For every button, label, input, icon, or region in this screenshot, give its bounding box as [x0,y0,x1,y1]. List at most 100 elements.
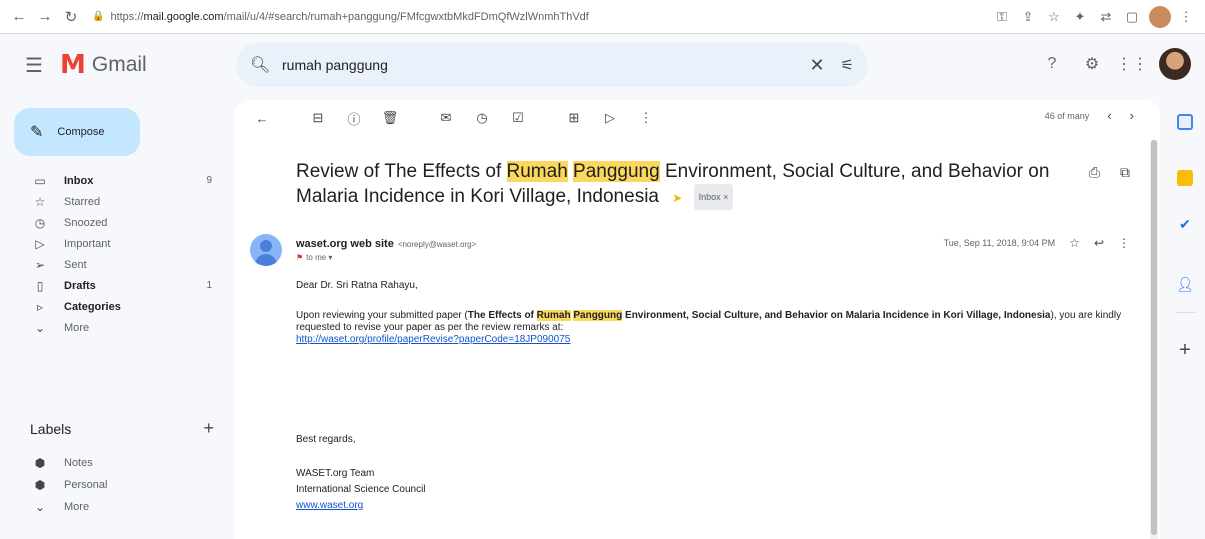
label-name: Notes [64,457,93,469]
label-icon: ⬢ [34,478,46,492]
gmail-m-icon: M [60,50,86,80]
labels-heading: Labels [30,420,72,437]
sidebar-label-personal[interactable]: ⬢ Personal [0,474,230,496]
email-view: ← ⊟ ⓘ 🗑︎ ✉ ◷ ☑ ⊞ ▷ ⋮ 46 of many ‹ › Revi… [234,100,1160,539]
paper-revise-link[interactable]: http://waset.org/profile/paperRevise?pap… [296,334,570,345]
signature-team: WASET.org Team [296,468,375,479]
inbox-label-chip[interactable]: Inbox × [693,184,734,210]
forward-arrow-icon[interactable]: → [34,6,56,28]
message-date: Tue, Sep 11, 2018, 9:04 PM [943,238,1056,248]
tasks-icon[interactable]: ✔ [1175,214,1195,234]
url-host: mail.google.com [143,10,224,23]
account-avatar[interactable] [1159,48,1191,80]
email-toolbar: ← ⊟ ⓘ 🗑︎ ✉ ◷ ☑ ⊞ ▷ ⋮ 46 of many ‹ › [234,100,1160,136]
sidebar-item-label: Inbox [64,174,94,187]
newer-chevron-icon[interactable]: ‹ [1107,108,1111,123]
sidebar-item-categories[interactable]: ▹ Categories [0,296,230,317]
sender-line: waset.org web site <noreply@waset.org> [296,238,476,250]
key-icon[interactable]: ⚿ [991,6,1013,28]
support-icon[interactable]: ? [1039,51,1065,77]
reload-icon[interactable]: ↻ [60,6,82,28]
labels-icon[interactable]: ▷ [596,104,624,132]
search-options-icon[interactable]: ⚟ [841,56,854,74]
main-menu-icon[interactable]: ☰ [14,45,54,85]
email-subject: Review of The Effects of Rumah Panggung … [296,160,1076,210]
archive-icon[interactable]: ⊟ [304,104,332,132]
page-count: 46 of many [1044,110,1090,121]
sidebar-item-more[interactable]: ⌄ More [0,317,230,338]
search-bar: 🔍︎ ✕ ⚟ [236,43,868,87]
message-more-icon[interactable]: ⋮ [1118,236,1130,250]
sidebar-item-label: Starred [64,195,101,208]
signature-council: International Science Council [296,484,426,495]
mark-unread-icon[interactable]: ✉ [432,104,460,132]
sender-name[interactable]: waset.org web site [296,238,394,250]
sidebar-item-starred[interactable]: ☆ Starred [0,191,230,212]
sidebar-item-inbox[interactable]: ▭ Inbox 9 [0,170,230,191]
calendar-icon[interactable] [1177,114,1193,130]
side-panel: ✔ 👤︎ + [1166,100,1205,539]
back-arrow-icon[interactable]: ← [8,6,30,28]
extension-pin-icon[interactable]: ✦ [1069,6,1091,28]
reply-icon[interactable]: ↩ [1094,236,1104,250]
sidebar-label-notes[interactable]: ⬢ Notes [0,452,230,474]
label-name: More [64,501,90,513]
gmail-logo[interactable]: M Gmail [60,50,230,80]
sidebar-item-important[interactable]: ▷ Important [0,233,230,254]
sidebar-item-label: Sent [64,258,87,271]
sidebar-item-snoozed[interactable]: ◷ Snoozed [0,212,230,233]
bookmark-star-icon[interactable]: ☆ [1043,6,1065,28]
recipient-details[interactable]: ⚑ to me ▾ [296,253,332,262]
apps-grid-icon[interactable]: ⋮⋮ [1116,51,1148,77]
email-paragraph: Upon reviewing your submitted paper (The… [296,310,1122,345]
sidebar-item-label: Important [64,237,111,250]
sidebar-item-label: Drafts [64,279,96,292]
sidebar-item-label: Categories [64,300,121,313]
browser-profile-avatar[interactable] [1149,5,1171,28]
contacts-icon[interactable]: 👤︎ [1175,274,1195,294]
report-spam-icon[interactable]: ⓘ [340,104,368,132]
keep-icon[interactable] [1177,170,1193,186]
sidebar-item-label: More [64,321,90,334]
sidebar-labels-more[interactable]: ⌄ More [0,496,230,518]
search-highlight: Panggung [573,161,660,182]
gmail-wordmark: Gmail [91,53,147,76]
browser-menu-icon[interactable]: ⋮ [1175,6,1197,28]
settings-gear-icon[interactable]: ⚙ [1079,51,1105,77]
clear-search-icon[interactable]: ✕ [809,55,824,76]
tab-search-icon[interactable]: ▢ [1121,6,1143,28]
search-input[interactable] [282,57,810,73]
flag-icon: ⚑ [296,253,304,262]
email-greeting: Dear Dr. Sri Ratna Rahayu, [296,280,418,291]
pencil-icon: ✎ [30,124,44,141]
add-to-tasks-icon[interactable]: ☑ [504,104,532,132]
address-bar[interactable]: 🔒 https://mail.google.com/mail/u/4/#sear… [92,5,977,29]
compose-label: Compose [57,126,105,138]
more-options-icon[interactable]: ⋮ [632,104,660,132]
sender-email: <noreply@waset.org> [397,240,477,249]
sidebar-item-drafts[interactable]: ▯ Drafts 1 [0,275,230,296]
search-highlight: Rumah [506,161,568,182]
back-to-list-icon[interactable]: ← [248,104,276,132]
snooze-icon[interactable]: ◷ [468,104,496,132]
print-icon[interactable]: ⎙ [1089,164,1100,181]
important-icon: ▷ [35,236,45,251]
scrollbar-thumb[interactable] [1151,140,1157,535]
sender-avatar[interactable] [250,234,282,266]
translate-icon[interactable]: ⇄ [1095,6,1117,28]
compose-button[interactable]: ✎ Compose [14,108,140,156]
signature-website-link[interactable]: www.waset.org [296,500,363,512]
get-addons-icon[interactable]: + [1175,339,1195,361]
importance-marker-icon[interactable]: ➤ [672,191,682,205]
delete-icon[interactable]: 🗑︎ [376,104,404,132]
move-to-icon[interactable]: ⊞ [560,104,588,132]
email-closing: Best regards, [296,434,356,445]
open-new-window-icon[interactable]: ⧉ [1120,164,1130,181]
lock-icon: 🔒 [92,11,105,22]
star-icon[interactable]: ☆ [1069,236,1080,250]
share-icon[interactable]: ⇪ [1017,6,1039,28]
search-icon[interactable]: 🔍︎ [250,55,274,75]
add-label-icon[interactable]: + [203,418,214,439]
sidebar-item-sent[interactable]: ➢ Sent [0,254,230,275]
older-chevron-icon[interactable]: › [1130,108,1134,123]
